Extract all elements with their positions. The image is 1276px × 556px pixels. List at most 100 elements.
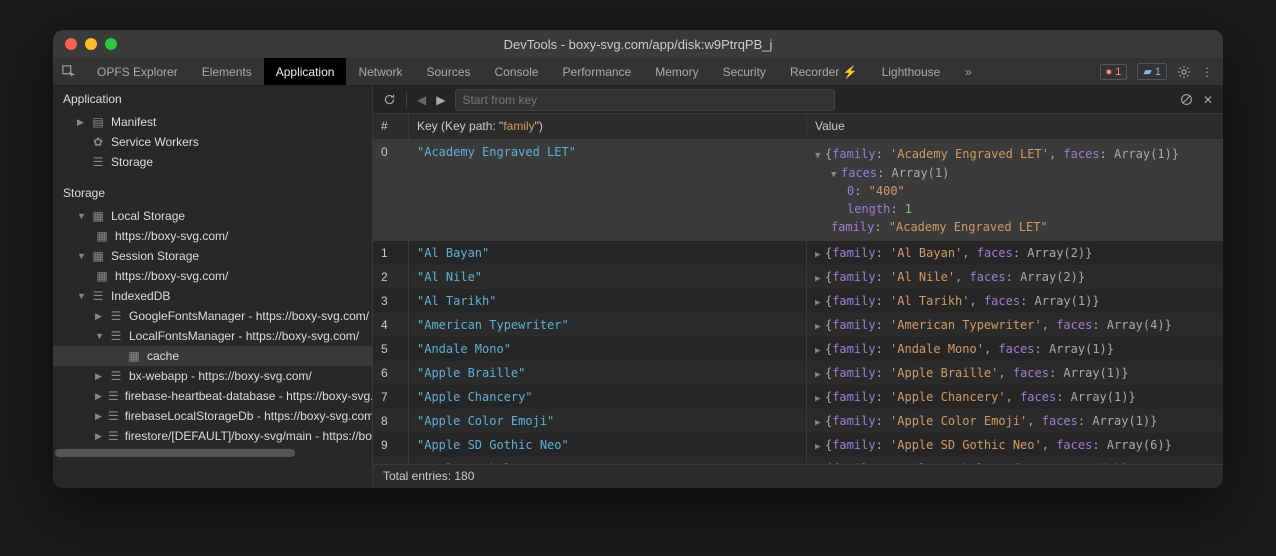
db-icon: ☰ — [108, 429, 119, 443]
tab-lighthouse[interactable]: Lighthouse — [870, 58, 953, 85]
table-row[interactable]: 6"Apple Braille"▶{family: 'Apple Braille… — [373, 361, 1223, 385]
table-row[interactable]: 3"Al Tarikh"▶{family: 'Al Tarikh', faces… — [373, 289, 1223, 313]
tab-network[interactable]: Network — [346, 58, 414, 85]
tab-performance[interactable]: Performance — [551, 58, 644, 85]
row-idx: 10 — [373, 457, 409, 464]
sidebar-item-idb-db[interactable]: ▶☰firebase-heartbeat-database - https://… — [53, 386, 372, 406]
sidebar-item-manifest[interactable]: ▶▤Manifest — [53, 112, 372, 132]
row-value: ▶{family: 'Andale Mono', faces: Array(1)… — [807, 337, 1223, 361]
sidebar-item-idb-db[interactable]: ▶☰firebaseLocalStorageDb - https://boxy-… — [53, 406, 372, 426]
row-idx: 0 — [373, 140, 409, 164]
error-count: 1 — [1115, 66, 1121, 78]
row-value: ▶{family: 'Al Bayan', faces: Array(2)} — [807, 241, 1223, 265]
sidebar-item-label: firebaseLocalStorageDb - https://boxy-sv… — [125, 409, 372, 423]
row-key: "Apple Symbols" — [409, 457, 807, 464]
sidebar-item-indexeddb[interactable]: ▼☰IndexedDB — [53, 286, 372, 306]
tab-elements[interactable]: Elements — [190, 58, 264, 85]
row-value: ▶{family: 'Al Tarikh', faces: Array(1)} — [807, 289, 1223, 313]
section-storage: Storage — [53, 180, 372, 206]
sidebar-item-idb-db[interactable]: ▶☰bx-webapp - https://boxy-svg.com/ — [53, 366, 372, 386]
issues-badge[interactable]: ▰ 1 — [1137, 63, 1167, 80]
sidebar-item-idb-db[interactable]: ▼☰LocalFontsManager - https://boxy-svg.c… — [53, 326, 372, 346]
status-footer: Total entries: 180 — [373, 464, 1223, 488]
sidebar-item-label: Storage — [111, 155, 153, 169]
sidebar-item-label: firestore/[DEFAULT]/boxy-svg/main - http… — [125, 429, 372, 443]
table-row[interactable]: 8"Apple Color Emoji"▶{family: 'Apple Col… — [373, 409, 1223, 433]
reload-icon[interactable] — [383, 93, 396, 106]
inspect-icon[interactable] — [53, 58, 85, 85]
sidebar-item-label: GoogleFontsManager - https://boxy-svg.co… — [129, 309, 369, 323]
table-row[interactable]: 0"Academy Engraved LET"▼{family: 'Academ… — [373, 140, 1223, 241]
sidebar-item-local-storage[interactable]: ▼▦Local Storage — [53, 206, 372, 226]
sidebar-item-idb-db[interactable]: ▶☰GoogleFontsManager - https://boxy-svg.… — [53, 306, 372, 326]
sessionstorage-icon: ▦ — [91, 249, 105, 263]
next-icon[interactable]: ▶ — [436, 93, 445, 107]
error-badge[interactable]: ● 1 — [1100, 64, 1128, 80]
row-value: ▶{family: 'Apple Symbols', faces: Array(… — [807, 457, 1223, 464]
row-value: ▶{family: 'Apple SD Gothic Neo', faces: … — [807, 433, 1223, 457]
origin-icon: ▦ — [95, 229, 109, 243]
manifest-icon: ▤ — [91, 115, 105, 129]
tab-memory[interactable]: Memory — [643, 58, 710, 85]
sidebar-item-idb-db[interactable]: ▶☰firestore/[DEFAULT]/boxy-svg/main - ht… — [53, 426, 372, 446]
table-row[interactable]: 2"Al Nile"▶{family: 'Al Nile', faces: Ar… — [373, 265, 1223, 289]
tab-opfs-explorer[interactable]: OPFS Explorer — [85, 58, 190, 85]
sidebar-item-storage-app[interactable]: ☰ Storage — [53, 152, 372, 172]
storage-icon: ☰ — [91, 155, 105, 169]
row-key: "Andale Mono" — [409, 337, 807, 361]
idb-content: ◀ ▶ ✕ # Key (Key path: "family") Value 0… — [373, 86, 1223, 488]
window-title: DevTools - boxy-svg.com/app/disk:w9PtrqP… — [53, 37, 1223, 52]
row-value: ▶{family: 'American Typewriter', faces: … — [807, 313, 1223, 337]
panel-tabs: OPFS ExplorerElementsApplicationNetworkS… — [53, 58, 1223, 86]
clear-icon[interactable] — [1180, 93, 1193, 106]
issues-count: 1 — [1155, 66, 1161, 78]
sidebar-item-label: Session Storage — [111, 249, 199, 263]
sidebar-item-ls-origin[interactable]: ▦https://boxy-svg.com/ — [53, 226, 372, 246]
db-icon: ☰ — [109, 309, 123, 323]
header-key[interactable]: Key (Key path: "family") — [409, 114, 807, 139]
row-value: ▼{family: 'Academy Engraved LET', faces:… — [807, 140, 1223, 241]
row-key: "Apple Braille" — [409, 361, 807, 385]
table-rows: 0"Academy Engraved LET"▼{family: 'Academ… — [373, 140, 1223, 464]
application-sidebar: Application ▶▤Manifest ✿Service Workers … — [53, 86, 373, 488]
row-idx: 4 — [373, 313, 409, 337]
table-row[interactable]: 5"Andale Mono"▶{family: 'Andale Mono', f… — [373, 337, 1223, 361]
sidebar-item-label: Service Workers — [111, 135, 199, 149]
row-key: "Al Bayan" — [409, 241, 807, 265]
sidebar-item-label: Local Storage — [111, 209, 185, 223]
table-row[interactable]: 10"Apple Symbols"▶{family: 'Apple Symbol… — [373, 457, 1223, 464]
db-icon: ▦ — [127, 349, 141, 363]
tab-application[interactable]: Application — [264, 58, 347, 85]
table-row[interactable]: 1"Al Bayan"▶{family: 'Al Bayan', faces: … — [373, 241, 1223, 265]
tab-console[interactable]: Console — [483, 58, 551, 85]
tab-recorder-[interactable]: Recorder ⚡ — [778, 58, 870, 85]
sidebar-item-service-workers[interactable]: ✿ Service Workers — [53, 132, 372, 152]
row-idx: 7 — [373, 385, 409, 409]
db-icon: ☰ — [109, 369, 123, 383]
sidebar-item-label: Manifest — [111, 115, 156, 129]
table-row[interactable]: 9"Apple SD Gothic Neo"▶{family: 'Apple S… — [373, 433, 1223, 457]
sidebar-item-session-storage[interactable]: ▼▦Session Storage — [53, 246, 372, 266]
table-row[interactable]: 4"American Typewriter"▶{family: 'America… — [373, 313, 1223, 337]
sidebar-item-cache[interactable]: ▦cache — [53, 346, 372, 366]
prev-icon[interactable]: ◀ — [417, 93, 426, 107]
origin-icon: ▦ — [95, 269, 109, 283]
db-icon: ☰ — [109, 329, 123, 343]
kebab-icon[interactable]: ⋮ — [1201, 65, 1213, 79]
settings-icon[interactable] — [1177, 65, 1191, 79]
row-key: "Academy Engraved LET" — [409, 140, 807, 164]
delete-icon[interactable]: ✕ — [1203, 93, 1213, 107]
sidebar-item-ss-origin[interactable]: ▦https://boxy-svg.com/ — [53, 266, 372, 286]
start-key-input[interactable] — [455, 89, 835, 111]
tab-sources[interactable]: Sources — [414, 58, 482, 85]
header-value[interactable]: Value — [807, 114, 1223, 139]
tab-security[interactable]: Security — [711, 58, 778, 85]
devtools-window: DevTools - boxy-svg.com/app/disk:w9PtrqP… — [53, 30, 1223, 488]
db-icon: ☰ — [108, 409, 119, 423]
more-tabs-icon[interactable]: » — [952, 58, 984, 85]
sidebar-hscroll[interactable] — [53, 446, 372, 460]
titlebar: DevTools - boxy-svg.com/app/disk:w9PtrqP… — [53, 30, 1223, 58]
sidebar-item-label: IndexedDB — [111, 289, 170, 303]
table-row[interactable]: 7"Apple Chancery"▶{family: 'Apple Chance… — [373, 385, 1223, 409]
gear-icon: ✿ — [91, 135, 105, 149]
